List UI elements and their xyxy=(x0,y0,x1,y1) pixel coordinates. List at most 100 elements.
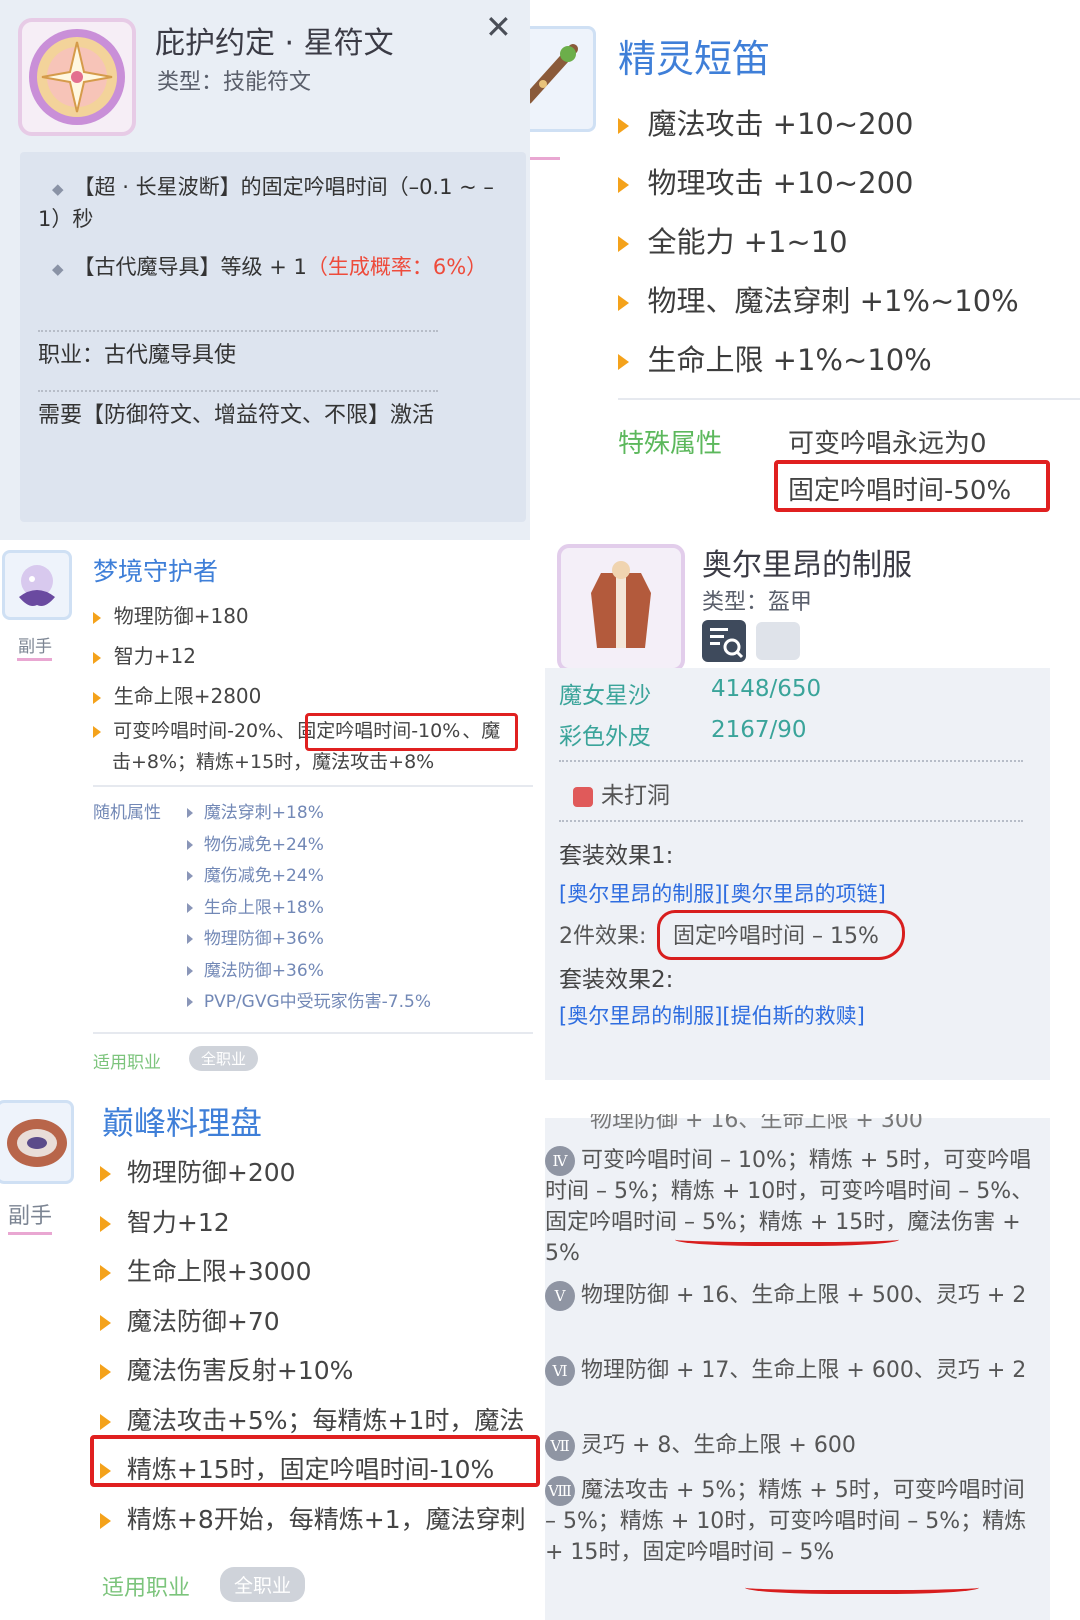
uniform-type: 类型：盔甲 xyxy=(702,590,813,615)
bullet-triangle-icon xyxy=(187,808,193,818)
divider xyxy=(38,390,438,392)
divider xyxy=(93,785,533,787)
close-icon[interactable]: ✕ xyxy=(485,8,512,46)
resource-2-value: 2167/90 xyxy=(711,717,807,743)
set-effect-2-label: 套装效果2: xyxy=(559,967,674,993)
peak-stat-text: 魔法防御+70 xyxy=(126,1306,280,1336)
flute-stat: 全能力 +1~10 xyxy=(618,213,1019,272)
tier-7-badge: Ⅶ xyxy=(545,1431,575,1461)
rune-job: 职业：古代魔导具使 xyxy=(38,343,237,368)
bullet-triangle-icon xyxy=(618,236,629,252)
bullet-triangle-icon xyxy=(618,118,629,134)
set-effect-1-items[interactable]: [奥尔里昂的制服][奥尔里昂的项链] xyxy=(559,878,886,908)
uniform-panel: 奥尔里昂的制服 类型：盔甲 魔女星沙 4148/650 彩色外皮 2167/90… xyxy=(545,540,1080,1080)
rune-requirement: 需要【防御符文、增益符文、不限】激活 xyxy=(38,403,435,428)
tier-4-badge: Ⅳ xyxy=(545,1146,575,1176)
peak-stat: 智力+12 xyxy=(100,1198,526,1248)
flute-icon xyxy=(530,44,578,104)
bullet-triangle-icon xyxy=(93,725,101,738)
appearance-icon[interactable] xyxy=(756,622,800,660)
flute-icon-frame xyxy=(530,26,596,132)
flute-stat-text: 物理、魔法穿刺 +1%~10% xyxy=(647,284,1019,318)
bullet-triangle-icon xyxy=(100,1314,111,1331)
peak-stat-text: 魔法伤害反射+10% xyxy=(126,1356,354,1385)
bullet-triangle-icon xyxy=(93,651,101,664)
flute-stat: 生命上限 +1%~10% xyxy=(618,331,1019,390)
resource-1-name: 魔女星沙 xyxy=(559,683,651,709)
rune-title: 庇护约定 · 星符文 xyxy=(155,26,394,61)
divider xyxy=(17,658,52,661)
peak-dish-title: 巅峰料理盘 xyxy=(102,1104,263,1142)
tier-8-badge: Ⅷ xyxy=(545,1476,575,1506)
set-line-4-a: 可变吟唱时间 – 10%；精炼 + 5时，可变吟唱时间 – 5%；精炼 + 10… xyxy=(545,1148,1034,1204)
peak-stat-text: 物理防御+200 xyxy=(126,1158,296,1187)
random-attr: 物伤减免+24% xyxy=(187,830,431,862)
set-line-6-text: 物理防御 + 17、生命上限 + 600、灵巧 + 2 xyxy=(581,1358,1027,1383)
bullet-triangle-icon xyxy=(187,965,193,976)
bullet-triangle-icon xyxy=(187,997,193,1007)
peak-stat: 魔法伤害反射+10% xyxy=(100,1346,526,1396)
rune-tooltip-panel: 庇护约定 · 星符文 类型：技能符文 ✕ ◆ 【超 · 长星波断】的固定吟唱时间（… xyxy=(0,0,530,540)
rune-effect-1-text: 【超 · 长星波断】的固定吟唱时间（–0.1 ~ –1）秒 xyxy=(38,175,494,231)
set-line-8: Ⅷ 魔法攻击 + 5%；精炼 + 5时，可变吟唱时间 – 5%；精炼 + 10时，… xyxy=(545,1475,1035,1568)
divider xyxy=(559,820,1023,822)
set-line-4: Ⅳ 可变吟唱时间 – 10%；精炼 + 5时，可变吟唱时间 – 5%；精炼 + 1… xyxy=(545,1145,1035,1269)
dream-stat-4-d: 击+8%；精炼+15时，魔法攻击+8% xyxy=(112,751,435,773)
bullet-triangle-icon xyxy=(100,1364,111,1380)
flute-stat-text: 物理攻击 +10~200 xyxy=(647,166,914,200)
dream-stat-text: 生命上限+2800 xyxy=(113,684,262,708)
random-attr: PVP/GVG中受玩家伤害-7.5% xyxy=(187,987,431,1019)
set-effect-2-items[interactable]: [奥尔里昂的制服][提伯斯的救赎] xyxy=(559,1000,865,1030)
peak-stat: 魔法防御+70 xyxy=(100,1297,526,1347)
set-line-7: Ⅶ 灵巧 + 8、生命上限 + 600 xyxy=(545,1430,1035,1461)
socket-status: 未打洞 xyxy=(573,776,670,810)
set-line-8-underlined: 固定吟唱时间 – 5% xyxy=(642,1540,835,1565)
bullet-triangle-icon xyxy=(93,691,101,704)
uniform-icon-frame xyxy=(557,544,685,672)
random-attr-text: 魔伤减免+24% xyxy=(203,866,324,886)
peak-stat-text: 魔法攻击+5%；每精炼+1时，魔法 xyxy=(126,1405,525,1435)
socket-status-text: 未打洞 xyxy=(601,783,670,809)
rune-effect-1: ◆ 【超 · 长星波断】的固定吟唱时间（–0.1 ~ –1）秒 xyxy=(38,172,508,234)
flute-special-label: 特殊属性 xyxy=(618,429,723,459)
search-doc-icon[interactable] xyxy=(702,620,746,662)
divider xyxy=(38,330,438,332)
highlight-oval xyxy=(657,910,905,960)
set-effects-panel: 物理防御 + 16、生命上限 + 300 Ⅳ 可变吟唱时间 – 10%；精炼 + … xyxy=(545,1080,1080,1620)
rune-detail-box: ◆ 【超 · 长星波断】的固定吟唱时间（–0.1 ~ –1）秒 ◆ 【古代魔导具】等… xyxy=(20,152,526,522)
offhand-icon-frame xyxy=(2,550,72,620)
tier-6-badge: Ⅵ xyxy=(545,1356,575,1386)
bullet-triangle-icon xyxy=(100,1413,111,1430)
random-attr: 魔法穿刺+18% xyxy=(187,798,431,830)
rune-type: 类型：技能符文 xyxy=(157,70,312,95)
peak-stat: 精炼+8开始，每精炼+1，魔法穿刺 xyxy=(100,1495,526,1545)
flute-stat-text: 魔法攻击 +10~200 xyxy=(647,107,914,141)
flute-stat-text: 生命上限 +1%~10% xyxy=(647,343,932,377)
uniform-title: 奥尔里昂的制服 xyxy=(702,548,912,583)
bullet-triangle-icon xyxy=(100,1512,111,1529)
set-effect-1-prefix: 2件效果: xyxy=(559,924,647,949)
rune-icon-frame xyxy=(18,18,136,136)
dream-stat: 生命上限+2800 xyxy=(93,676,261,716)
job-badge: 全职业 xyxy=(220,1567,306,1602)
rune-emblem-icon xyxy=(29,29,125,125)
flute-stat: 魔法攻击 +10~200 xyxy=(618,95,1019,154)
highlight-box xyxy=(90,1435,540,1487)
set-line-7-text: 灵巧 + 8、生命上限 + 600 xyxy=(581,1433,856,1458)
tier-5-badge: Ⅴ xyxy=(545,1281,575,1311)
random-attr-text: 物理防御+36% xyxy=(203,929,324,949)
divider xyxy=(530,157,560,160)
flute-special-1: 可变吟唱永远为0 xyxy=(788,429,987,459)
dream-stat: 智力+12 xyxy=(93,636,261,676)
random-attr: 魔法防御+36% xyxy=(187,956,431,988)
rune-effect-2: ◆ 【古代魔导具】等级 + 1（生成概率：6%） xyxy=(38,252,508,284)
random-attr: 物理防御+36% xyxy=(187,924,431,956)
bullet-triangle-icon xyxy=(187,902,193,913)
job-label: 适用职业 xyxy=(102,1576,191,1601)
flute-stat: 物理攻击 +10~200 xyxy=(618,154,1019,213)
peak-stat-text: 精炼+8开始，每精炼+1，魔法穿刺 xyxy=(126,1504,526,1534)
dream-stat-text: 智力+12 xyxy=(113,644,196,668)
peak-dish-panel: 副手 巅峰料理盘 物理防御+200 智力+12 生命上限+3000 魔法防御+7… xyxy=(0,1080,545,1620)
bullet-triangle-icon xyxy=(187,839,193,850)
bullet-triangle-icon xyxy=(187,934,193,944)
